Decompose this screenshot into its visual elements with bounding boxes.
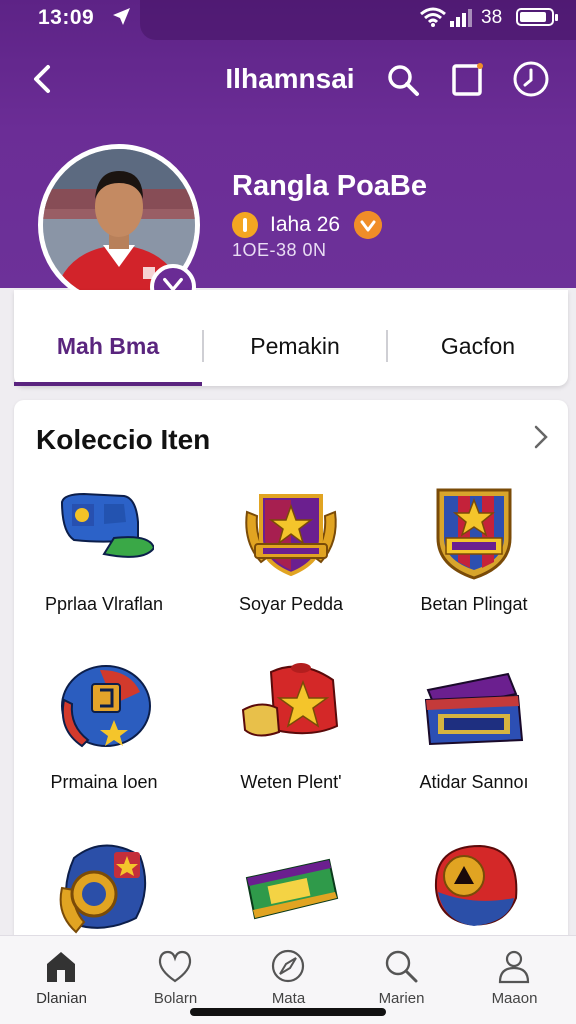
home-indicator — [190, 1008, 386, 1016]
helmet-icon — [61, 665, 151, 748]
battery-icon — [516, 8, 558, 26]
collection-title: Koleccio Iten — [36, 424, 211, 455]
nav-label: Maaon — [491, 990, 538, 1007]
collection-item[interactable]: Atidar Sannoı — [384, 660, 564, 830]
rank-shield-icon — [354, 211, 382, 239]
collection-item-label: Soyar Pedda — [238, 594, 344, 614]
profile-name: Rangla PoaBe — [232, 170, 427, 202]
nav-item-profile[interactable]: Maaon — [457, 936, 572, 1024]
tab-bar: Mah Bma Pemakin Gacfon — [14, 290, 568, 386]
status-bar-pill — [140, 0, 576, 40]
winged-shield-emblem-icon — [245, 494, 337, 577]
battery-fill — [520, 12, 546, 22]
nav-item-home[interactable]: Dlanian — [4, 936, 119, 1024]
heart-icon — [158, 950, 192, 983]
collection-item[interactable]: Betan Plingat — [384, 482, 564, 652]
search-icon[interactable] — [385, 62, 421, 98]
wifi-icon — [420, 7, 446, 27]
nav-label: Dlanian — [36, 990, 87, 1007]
battery-percent: 38 — [481, 7, 503, 28]
red-helmet-icon — [434, 844, 518, 926]
collection-item[interactable]: Weten Plent' — [201, 660, 381, 830]
collection-item[interactable]: Prmaina Ioen — [14, 660, 194, 830]
coin-icon — [232, 212, 258, 238]
home-icon — [47, 952, 75, 982]
chevron-right-icon[interactable] — [526, 422, 556, 452]
nav-label: Mata — [271, 990, 306, 1007]
page-title: Ilhamnsai — [225, 63, 355, 94]
tab-active-indicator — [14, 382, 202, 386]
nav-label: Bolarn — [153, 990, 198, 1007]
ticket-banner-icon — [424, 672, 524, 746]
tab-0[interactable]: Mah Bma — [14, 290, 202, 386]
note-icon[interactable] — [450, 62, 484, 96]
green-ticket-icon — [245, 858, 339, 920]
signal-icon — [450, 9, 472, 27]
nav-label: Marien — [378, 990, 425, 1007]
location-arrow-icon — [113, 8, 130, 25]
rank-text: Iaha 26 — [270, 213, 341, 236]
profile-subtitle: 1OE-38 0N — [232, 240, 327, 260]
collection-item[interactable]: Soyar Pedda — [201, 482, 381, 652]
profile-icon — [498, 950, 530, 984]
clock-icon[interactable] — [512, 60, 550, 98]
status-bar: 13:09 38 — [0, 0, 576, 40]
collection-item-label: Atidar Sannoı — [419, 772, 529, 792]
collection-item-label: Weten Plent' — [240, 772, 342, 792]
collection-item-label: Betan Plingat — [420, 594, 528, 614]
tab-1[interactable]: Pemakin — [204, 290, 386, 386]
collection-card: Koleccio Iten Pprlaa Vlraflan Soyar Pedd… — [14, 400, 568, 1024]
compass-icon — [271, 949, 305, 983]
back-arrow-icon[interactable] — [26, 62, 60, 96]
tab-2[interactable]: Gacfon — [388, 290, 568, 386]
blue-cap-icon — [60, 492, 154, 558]
collection-item-label: Pprlaa Vlraflan — [44, 594, 164, 614]
status-time: 13:09 — [38, 6, 95, 29]
collection-item-label: Prmaina Ioen — [50, 772, 158, 792]
search-icon — [385, 950, 418, 983]
red-cap-star-icon — [241, 663, 339, 737]
armor-helmet-icon — [59, 844, 147, 934]
crest-badge-icon — [436, 488, 512, 580]
collection-item[interactable]: Pprlaa Vlraflan — [14, 482, 194, 652]
